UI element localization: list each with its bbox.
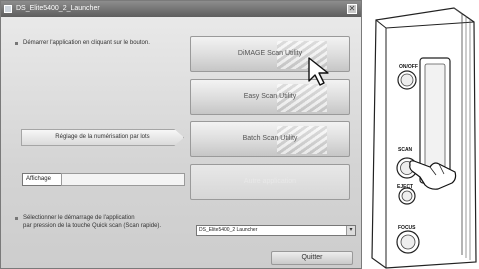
quickscan-hint-line1: Sélectionner le démarrage de l'applicati… xyxy=(23,215,135,221)
mouse-cursor-icon xyxy=(308,57,329,86)
close-button[interactable]: ✕ xyxy=(347,4,357,14)
on-off-label: ON/OFF xyxy=(399,64,418,70)
hand-icon xyxy=(409,160,457,190)
focus-label: FOCUS xyxy=(398,225,416,231)
quit-button[interactable]: Quitter xyxy=(271,251,353,265)
bullet-icon xyxy=(15,42,18,45)
scan-label: SCAN xyxy=(398,147,413,153)
batch-scan-button[interactable]: Batch Scan Utility xyxy=(190,121,350,157)
title-bar: DS_Elite5400_2_Launcher ✕ xyxy=(1,1,361,17)
scanner-device-illustration xyxy=(371,7,477,269)
easy-scan-label: Easy Scan Utility xyxy=(243,93,297,100)
launcher-body: Démarrer l'application en cliquant sur l… xyxy=(1,17,361,268)
affichage-label: Affichage xyxy=(22,173,62,186)
chevron-down-icon[interactable]: ▾ xyxy=(346,226,355,235)
affichage-field[interactable] xyxy=(61,173,185,186)
batch-scan-label: Batch Scan Utility xyxy=(242,135,298,142)
app-icon xyxy=(4,5,12,13)
quickscan-hint-line2: par pression de la touche Quick scan (Sc… xyxy=(23,223,162,229)
launch-hint: Démarrer l'application en cliquant sur l… xyxy=(23,40,150,46)
other-app-label: Autre application xyxy=(243,178,297,185)
batch-settings-button[interactable]: Réglage de la numérisation par lots xyxy=(21,129,184,146)
quickscan-select[interactable]: DS_Elite5400_2 Launcher ▾ xyxy=(196,225,356,236)
window-title: DS_Elite5400_2_Launcher xyxy=(16,5,100,12)
quickscan-select-value: DS_Elite5400_2 Launcher xyxy=(199,227,258,233)
dimage-scan-label: DiMAGE Scan Utility xyxy=(237,50,303,57)
bullet-icon xyxy=(15,217,18,220)
launcher-window: DS_Elite5400_2_Launcher ✕ Démarrer l'app… xyxy=(0,0,362,269)
other-app-button[interactable]: Autre application xyxy=(190,164,350,200)
